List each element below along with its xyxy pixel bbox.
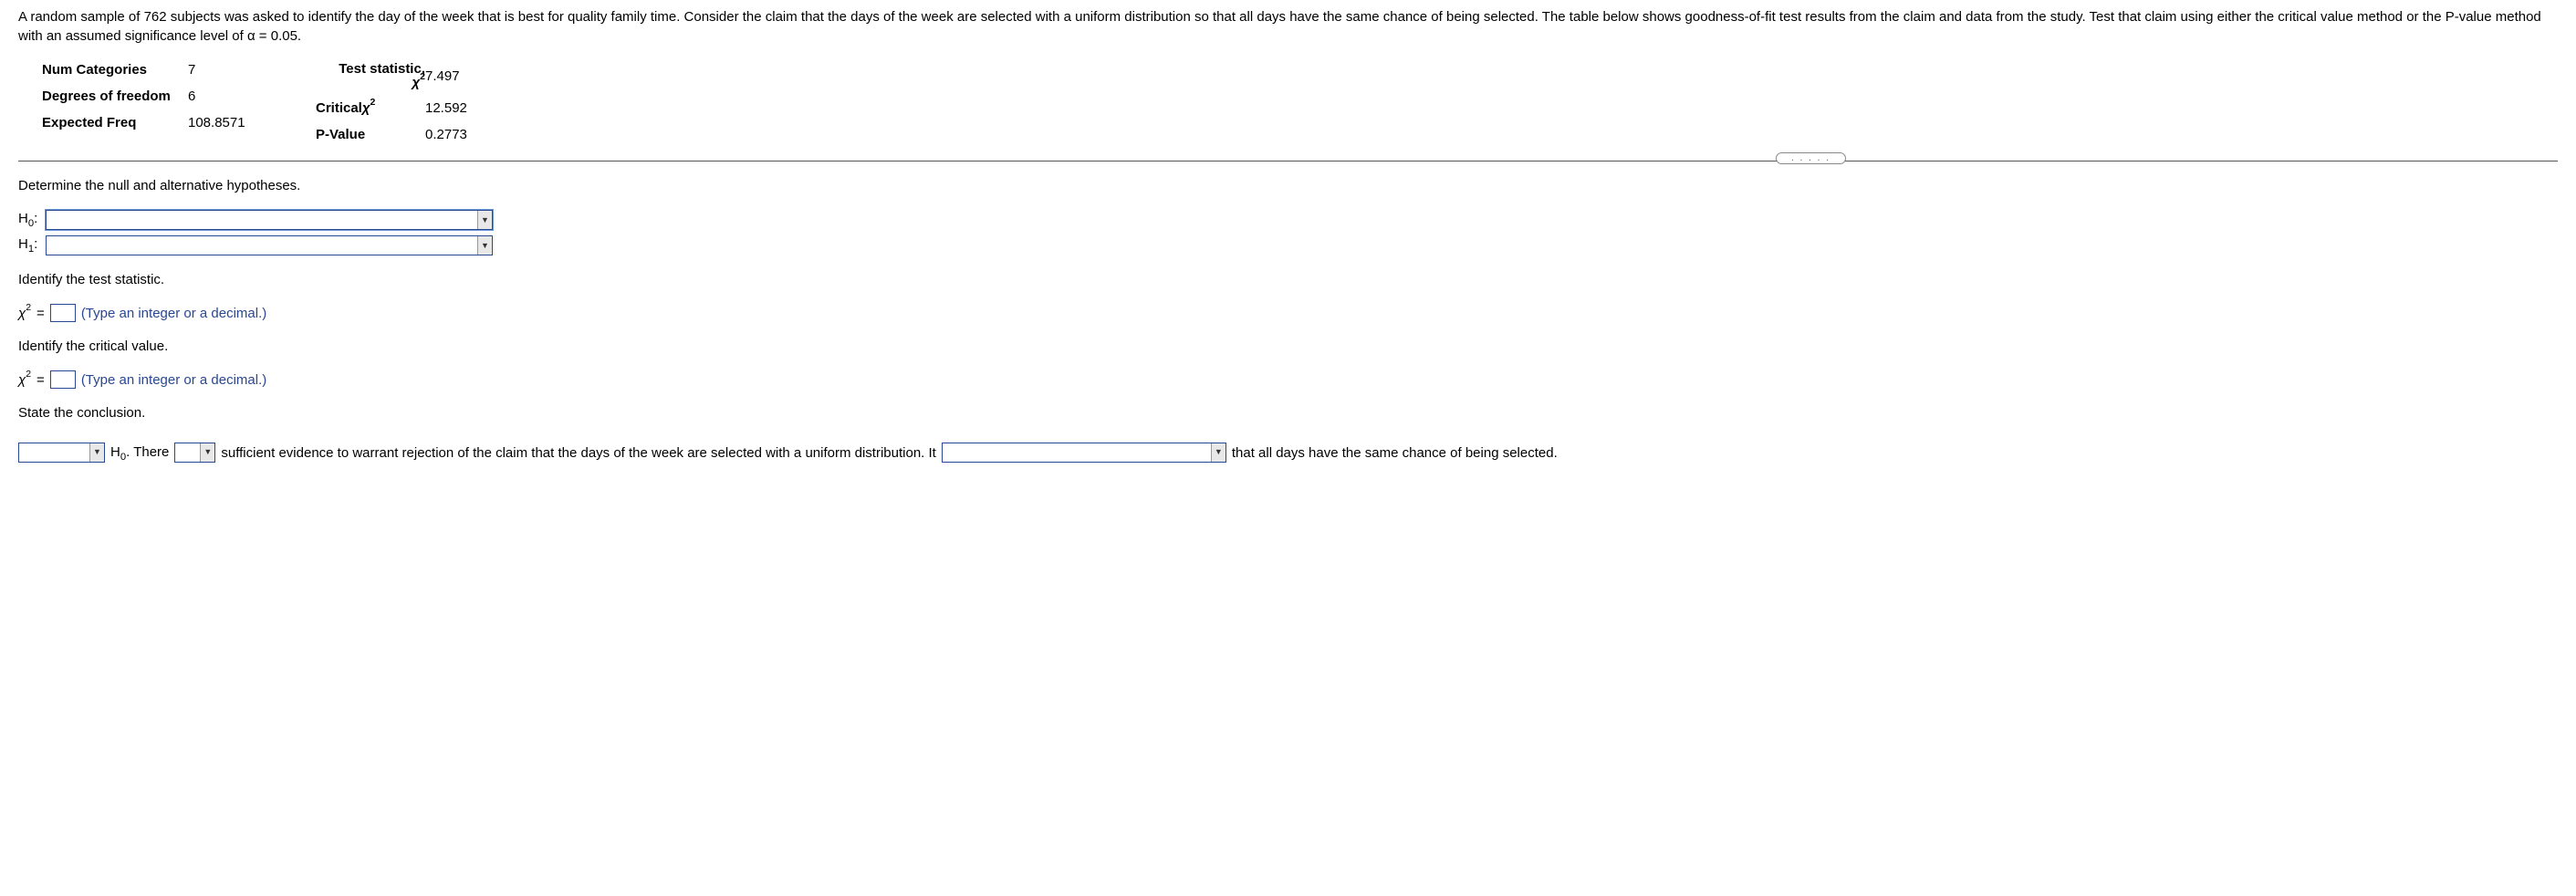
reject-fail-dropdown[interactable]: ▼ <box>18 443 105 463</box>
h0-label: H0: <box>18 211 46 229</box>
conclusion-text-mid: sufficient evidence to warrant rejection… <box>221 438 935 468</box>
conclusion-text-h0: H0. There <box>110 437 169 469</box>
hypotheses-prompt: Determine the null and alternative hypot… <box>18 178 2558 193</box>
critical-value-prompt: Identify the critical value. <box>18 339 2558 354</box>
test-statistic-prompt: Identify the test statistic. <box>18 272 2558 287</box>
conclusion-text-tail: that all days have the same chance of be… <box>1232 438 1558 468</box>
collapse-toggle[interactable]: . . . . . <box>1776 152 1846 164</box>
chevron-down-icon: ▼ <box>477 211 492 229</box>
results-table: Num Categories 7 Degrees of freedom 6 Ex… <box>42 62 2558 142</box>
problem-statement: A random sample of 762 subjects was aske… <box>18 7 2558 46</box>
test-statistic-value: 7.497 <box>425 68 498 84</box>
appears-dropdown[interactable]: ▼ <box>942 443 1226 463</box>
equals-sign: = <box>37 306 45 321</box>
test-statistic-label: Test statistic, χ2 <box>316 62 425 89</box>
degrees-freedom-value: 6 <box>188 89 261 104</box>
h0-dropdown[interactable]: ▼ <box>46 210 493 230</box>
is-isnot-dropdown[interactable]: ▼ <box>174 443 215 463</box>
test-statistic-hint: (Type an integer or a decimal.) <box>81 306 266 321</box>
pvalue-label: P-Value <box>316 127 425 142</box>
critical-chi-label: Critical χ2 <box>316 100 425 116</box>
test-statistic-input[interactable] <box>50 304 76 322</box>
num-categories-value: 7 <box>188 62 261 78</box>
chevron-down-icon: ▼ <box>89 443 104 462</box>
critical-value-input[interactable] <box>50 370 76 389</box>
conclusion-prompt: State the conclusion. <box>18 405 2558 421</box>
equals-sign: = <box>37 372 45 388</box>
num-categories-label: Num Categories <box>42 62 188 78</box>
chevron-down-icon: ▼ <box>477 236 492 255</box>
expected-freq-value: 108.8571 <box>188 115 261 130</box>
critical-value-hint: (Type an integer or a decimal.) <box>81 372 266 388</box>
chi-squared-symbol: χ2 <box>18 372 31 388</box>
h1-dropdown[interactable]: ▼ <box>46 235 493 255</box>
chi-squared-symbol: χ2 <box>18 306 31 321</box>
degrees-freedom-label: Degrees of freedom <box>42 89 188 104</box>
chevron-down-icon: ▼ <box>1211 443 1225 462</box>
critical-chi-value: 12.592 <box>425 100 498 116</box>
expected-freq-label: Expected Freq <box>42 115 188 130</box>
chevron-down-icon: ▼ <box>200 443 214 462</box>
h1-label: H1: <box>18 236 46 255</box>
pvalue-value: 0.2773 <box>425 127 498 142</box>
